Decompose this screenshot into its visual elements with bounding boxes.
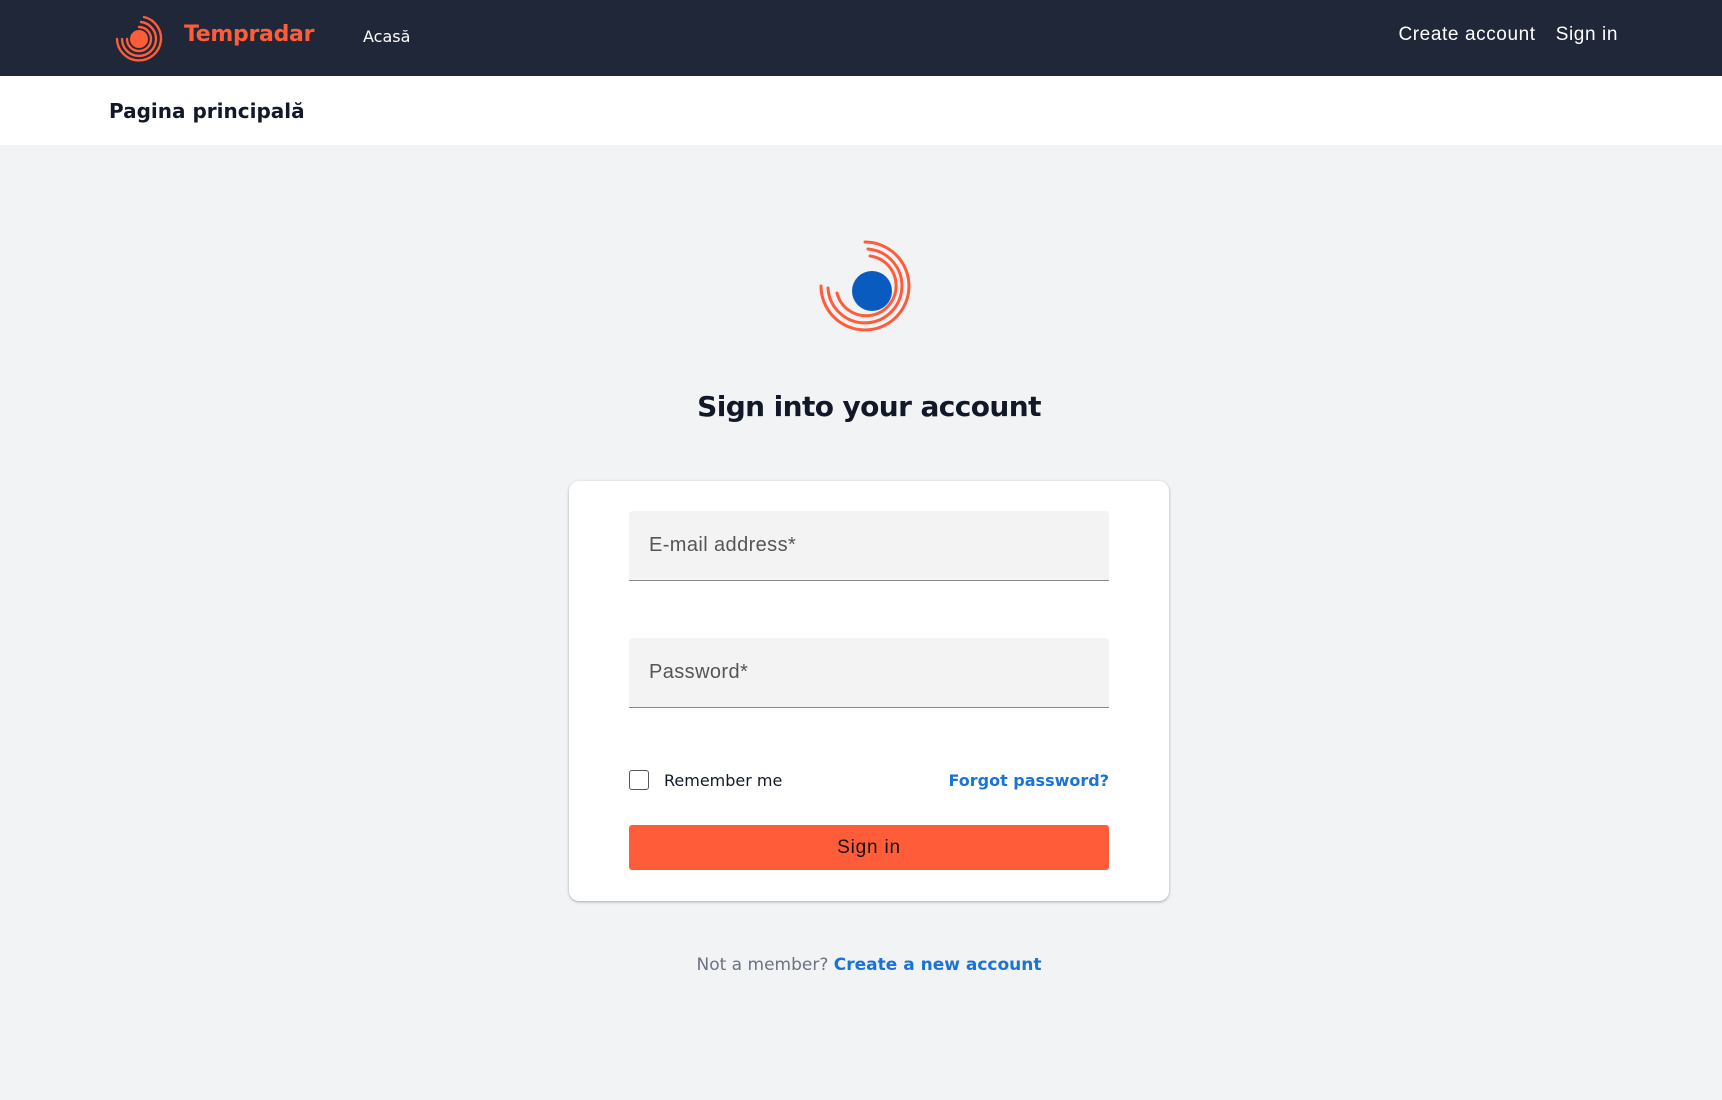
nav-link-home[interactable]: Acasă bbox=[363, 27, 410, 46]
page-header: Pagina principală bbox=[0, 76, 1722, 145]
page-title: Pagina principală bbox=[109, 99, 305, 123]
create-account-link[interactable]: Create account bbox=[1398, 24, 1535, 46]
create-new-account-link[interactable]: Create a new account bbox=[834, 955, 1042, 975]
email-input[interactable] bbox=[629, 511, 1109, 580]
remember-me-control[interactable]: Remember me bbox=[629, 770, 782, 790]
remember-me-checkbox[interactable] bbox=[629, 770, 649, 790]
sign-in-card: Remember me Forgot password? Sign in bbox=[569, 481, 1169, 901]
top-navbar: Tempradar Acasă Create account Sign in bbox=[0, 0, 1722, 76]
forgot-password-link[interactable]: Forgot password? bbox=[948, 771, 1109, 790]
sign-in-button[interactable]: Sign in bbox=[629, 825, 1109, 870]
signup-prompt: Not a member? Create a new account bbox=[0, 955, 1722, 975]
email-field-container bbox=[629, 511, 1109, 581]
tempradar-logo-icon bbox=[115, 15, 163, 62]
brand-link[interactable]: Tempradar bbox=[114, 8, 314, 68]
sign-in-link[interactable]: Sign in bbox=[1556, 24, 1618, 46]
not-member-text: Not a member? bbox=[696, 955, 829, 975]
form-heading: Sign into your account bbox=[697, 390, 1041, 423]
password-field-container bbox=[629, 638, 1109, 708]
password-input[interactable] bbox=[629, 638, 1109, 707]
remember-me-label: Remember me bbox=[664, 770, 783, 790]
auth-links: Create account Sign in bbox=[1398, 24, 1618, 46]
brand-name: Tempradar bbox=[184, 22, 315, 47]
tempradar-logo-icon bbox=[819, 240, 911, 332]
